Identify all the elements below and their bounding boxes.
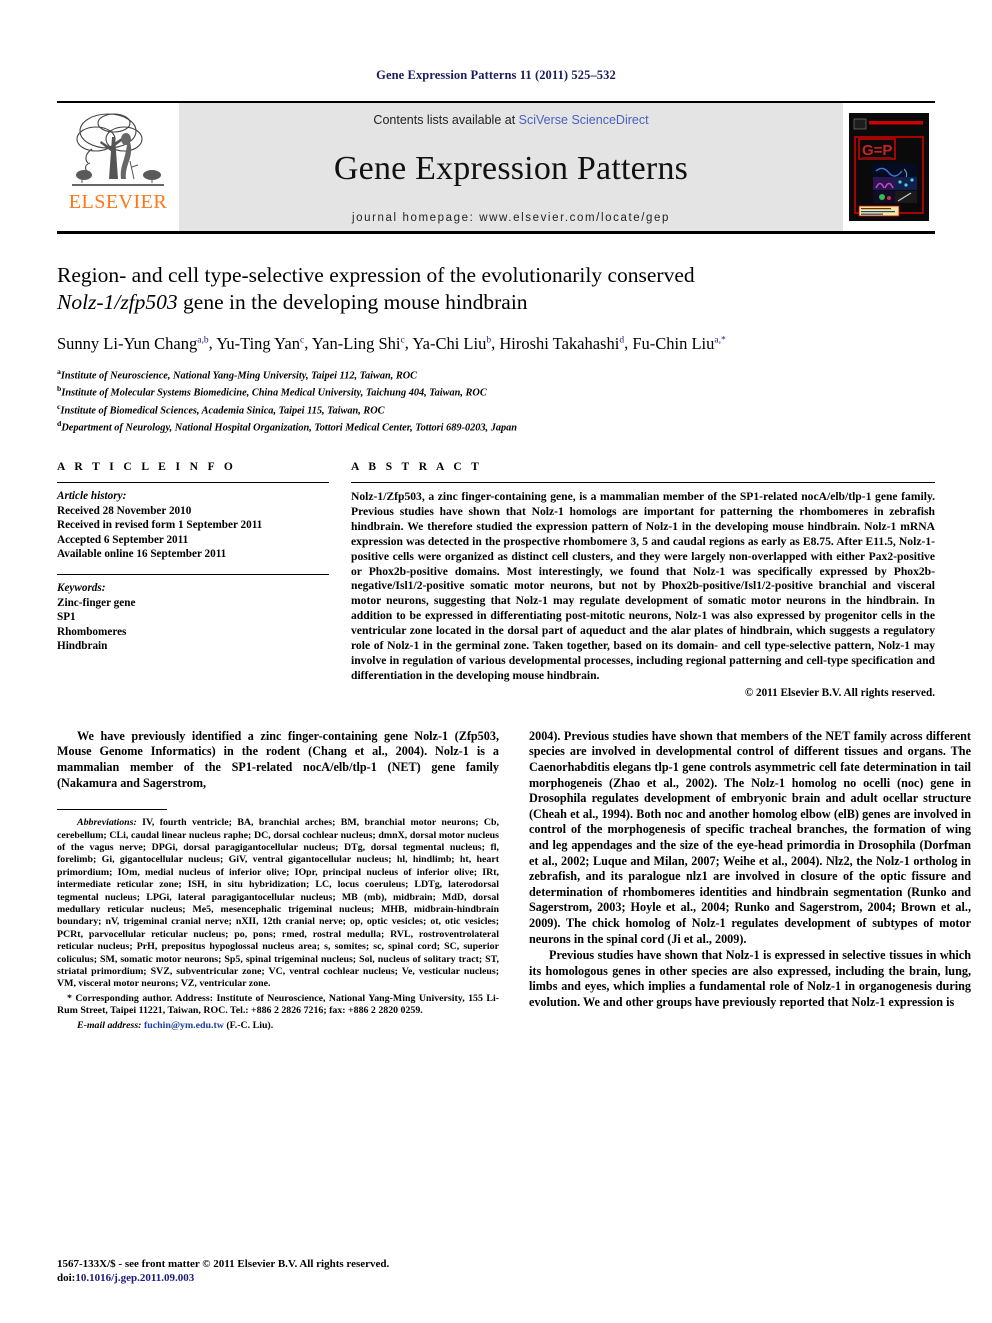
keyword-item: Zinc-finger gene [57,596,136,609]
author-item: Fu-Chin Liua,* [632,334,725,353]
affiliation-text: Institute of Molecular Systems Biomedici… [61,387,487,399]
article-info-column: A R T I C L E I N F O Article history: R… [57,461,329,699]
doi-value[interactable]: 10.1016/j.gep.2011.09.003 [75,1272,194,1284]
email-suffix: (F.-C. Liu). [223,1019,274,1031]
article-history-item: Received in revised form 1 September 201… [57,519,263,532]
body-paragraph: 2004). Previous studies have shown that … [529,728,971,946]
affiliation-text: Institute of Neuroscience, National Yang… [60,369,418,381]
keywords-label: Keywords: [57,581,106,594]
author-list: Sunny Li-Yun Changa,b, Yu-Ting Yanc, Yan… [57,329,935,355]
cover-art-icon: G=P [849,113,929,221]
author-name: Ya-Chi Liu [412,333,487,353]
author-name: Sunny Li-Yun Chang [57,333,198,353]
email-link[interactable]: fuchin@ym.edu.tw [144,1020,224,1031]
elsevier-logo: ELSEVIER [57,103,179,231]
author-separator: , [304,333,312,353]
author-item: Yan-Ling Shic [312,334,405,353]
title-gene-name: Nolz-1/zfp503 [57,290,178,314]
author-name: Yu-Ting Yan [216,333,300,353]
elsevier-wordmark: ELSEVIER [68,191,168,213]
issn-copyright-line: 1567-133X/$ - see front matter © 2011 El… [57,1258,390,1270]
info-abstract-section: A R T I C L E I N F O Article history: R… [57,461,935,699]
email-note: E-mail address: fuchin@ym.edu.tw (F.-C. … [57,1020,499,1032]
keywords-group: Keywords: Zinc-finger gene SP1 Rhombomer… [57,575,329,654]
doi-line: doi:10.1016/j.gep.2011.09.003 [57,1272,389,1286]
author-item: Hiroshi Takahashid [499,334,624,353]
page-footer: 1567-133X/$ - see front matter © 2011 El… [57,1258,389,1285]
author-item: Yu-Ting Yanc [216,334,304,353]
author-name: Hiroshi Takahashi [499,333,620,353]
contents-lists-line: Contents lists available at SciVerse Sci… [179,113,843,127]
abstract-copyright: © 2011 Elsevier B.V. All rights reserved… [744,686,935,699]
article-history-item: Received 28 November 2010 [57,504,192,517]
body-columns: We have previously identified a zinc fin… [57,729,971,1032]
keyword-item: Rhombomeres [57,625,127,638]
abstract-column: A B S T R A C T Nolz-1/Zfp503, a zinc fi… [351,461,935,699]
journal-title: Gene Expression Patterns [333,149,689,187]
author-name: Yan-Ling Shi [311,333,401,353]
masthead-bottom-rule [57,231,935,234]
svg-text:G=P: G=P [862,142,892,159]
body-paragraph: We have previously identified a zinc fin… [57,728,499,790]
running-head: Gene Expression Patterns 11 (2011) 525–5… [376,68,616,82]
corresponding-author-note: * Corresponding author. Address: Institu… [57,993,499,1018]
author-item: Sunny Li-Yun Changa,b [57,334,209,353]
affiliation-item: aInstitute of Neuroscience, National Yan… [57,365,935,383]
title-line-2: gene in the developing mouse hindbrain [177,290,528,314]
corresponding-text: Corresponding author. Address: Institute… [57,992,499,1017]
abstract-heading: A B S T R A C T [351,461,483,473]
journal-masthead: ELSEVIER Contents lists available at Sci… [57,101,935,231]
author-affiliation-mark: a,b [197,335,209,345]
abbreviations-label: Abbreviations: [77,817,137,829]
title-line-1: Region- and cell type-selective expressi… [57,263,695,287]
contents-prefix: Contents lists available at [373,113,519,127]
body-column-left: We have previously identified a zinc fin… [57,729,499,1032]
article-history-item: Accepted 6 September 2011 [57,533,189,546]
body-paragraph: Previous studies have shown that Nolz-1 … [529,948,971,1009]
article-first-page: Gene Expression Patterns 11 (2011) 525–5… [0,0,992,1323]
affiliation-text: Institute of Biomedical Sciences, Academ… [60,405,385,417]
sciencedirect-link[interactable]: SciVerse ScienceDirect [519,113,649,127]
affiliation-item: dDepartment of Neurology, National Hospi… [57,417,935,435]
affiliation-text: Department of Neurology, National Hospit… [61,422,518,434]
keyword-item: SP1 [57,611,76,624]
elsevier-tree-icon [72,113,164,186]
affiliation-item: cInstitute of Biomedical Sciences, Acade… [57,400,935,418]
author-affiliation-mark: a,* [714,335,726,345]
journal-homepage-link[interactable]: journal homepage: www.elsevier.com/locat… [179,212,843,231]
article-history-group: Article history: Received 28 November 20… [57,483,329,562]
title-block: Region- and cell type-selective expressi… [57,262,935,435]
footnote-block: Abbreviations: IV, fourth ventricle; BA,… [57,817,499,1032]
article-history-item: Available online 16 September 2011 [57,548,227,561]
author-item: Ya-Chi Liub [412,334,491,353]
email-label: E-mail address: [77,1019,142,1031]
affiliation-item: bInstitute of Molecular Systems Biomedic… [57,382,935,400]
abbreviations-note: Abbreviations: IV, fourth ventricle; BA,… [57,817,499,991]
abbreviations-text: IV, fourth ventricle; BA, branchial arch… [57,817,499,990]
article-info-heading: A R T I C L E I N F O [57,461,237,473]
article-history-label: Article history: [57,490,127,502]
abstract-text: Nolz-1/Zfp503, a zinc finger-containing … [351,490,935,682]
page-title: Region- and cell type-selective expressi… [57,262,935,316]
body-column-right: 2004). Previous studies have shown that … [529,729,971,1032]
keyword-item: Hindbrain [57,640,108,653]
cover-image: G=P [849,113,929,221]
journal-band: Contents lists available at SciVerse Sci… [179,103,843,231]
affiliation-list: aInstitute of Neuroscience, National Yan… [57,365,935,436]
footnote-divider [57,809,167,811]
journal-cover-thumbnail: G=P [843,103,935,231]
author-name: Fu-Chin Liu [632,333,715,353]
doi-label: doi: [57,1271,76,1284]
